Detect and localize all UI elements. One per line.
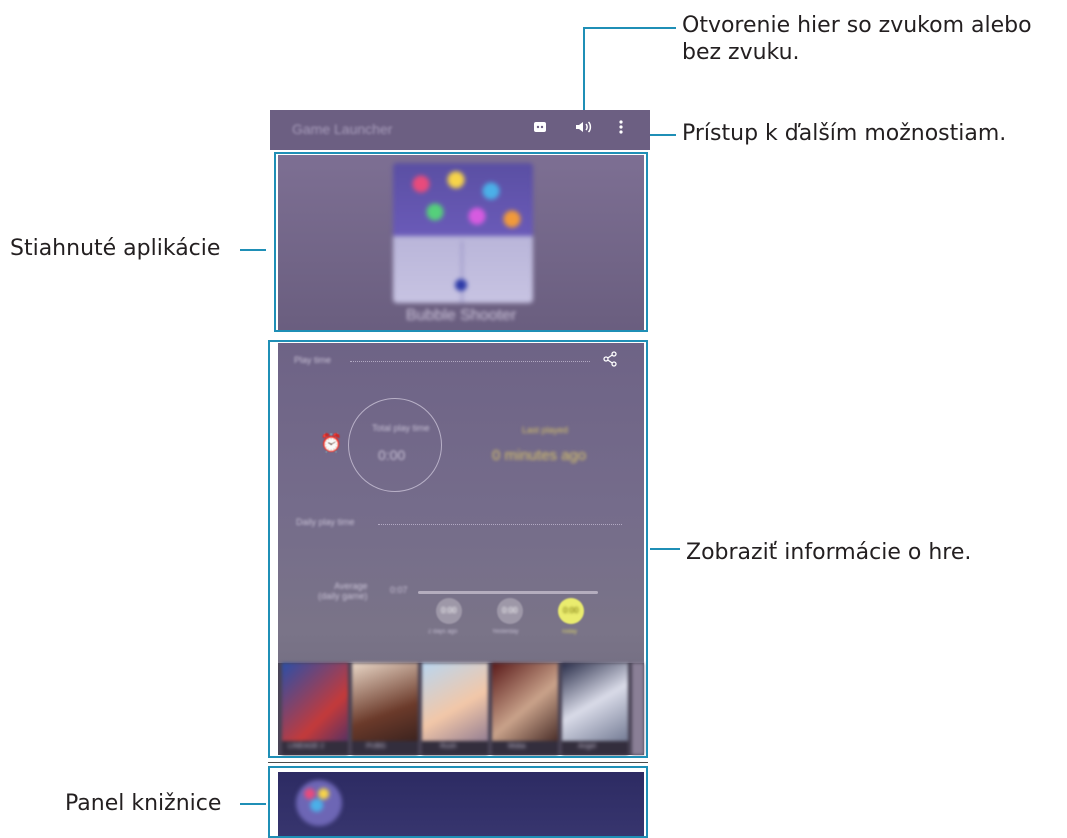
callout-more-options: Prístup k ďalším možnostiam. (682, 121, 1007, 146)
leader-line-sound-h (583, 27, 676, 29)
leader-line-sound (583, 27, 585, 117)
callout-downloaded-apps: Stiahnuté aplikácie (10, 236, 221, 261)
more-options-icon[interactable] (618, 119, 624, 140)
frame-library-panel (268, 766, 648, 838)
leader-line-downloaded (240, 249, 266, 251)
leader-line-library (240, 803, 266, 805)
separator-line (268, 762, 648, 763)
app-title: Game Launcher (292, 121, 393, 137)
discord-icon[interactable] (532, 119, 548, 140)
callout-library-panel: Panel knižnice (65, 791, 222, 816)
callout-game-info: Zobraziť informácie o hre. (686, 540, 972, 565)
leader-line-info (650, 548, 680, 550)
callout-sound-toggle: Otvorenie hier so zvukom alebo bez zvuku… (682, 13, 1032, 65)
frame-game-info (268, 340, 648, 758)
frame-downloaded-apps (274, 152, 648, 332)
app-top-bar: Game Launcher (270, 110, 650, 150)
volume-icon[interactable] (574, 119, 594, 140)
